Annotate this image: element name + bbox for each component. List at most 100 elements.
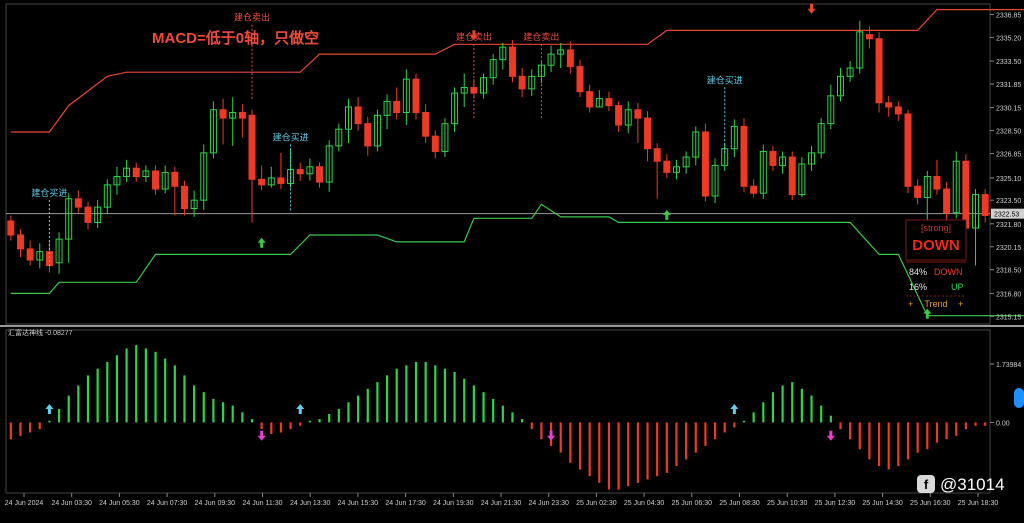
macd-annotation: MACD=低于0轴，只做空 [152,29,319,47]
candle-body [180,185,188,210]
candle-body [663,160,671,173]
last-price-label: 2322.53 [994,212,1019,219]
candle-body [566,49,574,68]
watermark-text: @31014 [940,475,1005,494]
candle-body [508,46,516,77]
candle-body [865,34,873,40]
trading-chart: 建仓买进建仓卖出建仓买进建仓卖出建仓卖出建仓买进 2336.852335.202… [0,0,1024,518]
y-tick-label: 2325.10 [996,176,1021,183]
candle-body [364,123,372,147]
x-tick-label: 24 Jun 2024 [5,500,44,507]
candle [701,123,709,202]
scroll-indicator[interactable] [1014,388,1024,408]
watermark-icon: f [924,477,929,492]
down-percent: 84% [909,267,927,277]
candle-body [653,148,661,162]
candle-body [354,106,362,125]
candle [412,73,420,120]
candle-body [84,206,92,223]
candle-body [219,109,227,119]
oscillator-title: 汇富达神线 -0.08277 [8,328,73,337]
signal-label: 建仓卖出 [523,31,559,42]
signal-direction: DOWN [912,237,960,254]
trend-label: Trend [924,299,947,309]
x-tick-label: 25 Jun 18:30 [958,500,999,507]
y-tick-label: 2316.80 [996,291,1021,298]
candle-body [875,38,883,104]
candle-body [393,100,401,114]
candle-body [933,176,941,190]
x-tick-label: 25 Jun 14:30 [862,500,903,507]
candle-body [152,170,160,190]
chart-canvas: 建仓买进建仓卖出建仓买进建仓卖出建仓卖出建仓买进 2336.852335.202… [0,0,1024,518]
x-tick-label: 24 Jun 11:30 [243,500,283,507]
osc-y-tick-label: 0.00 [996,420,1010,427]
y-tick-label: 2336.85 [996,12,1021,19]
candle-body [518,75,526,90]
candle-body [701,131,709,197]
signal-strong: [strong] [921,223,951,233]
x-tick-label: 24 Jun 19:30 [433,500,474,507]
y-tick-label: 2321.80 [996,222,1021,229]
trend-plus-left: + [908,299,913,309]
candle-body [788,156,796,196]
osc-y-tick-label: 1.73984 [996,362,1021,369]
candle-body [894,106,902,115]
candle-body [981,194,989,216]
x-tick-label: 24 Jun 03:30 [51,500,92,507]
candle-body [904,113,912,187]
watermark: f @31014 [917,475,1005,494]
x-tick-label: 24 Jun 15:30 [338,500,379,507]
up-label: UP [951,282,964,292]
y-tick-label: 2333.50 [996,59,1021,66]
y-tick-label: 2331.85 [996,82,1021,89]
candle-body [74,198,82,208]
y-tick-label: 2323.50 [996,198,1021,205]
x-tick-label: 25 Jun 12:30 [815,500,856,507]
x-tick-label: 24 Jun 17:30 [385,500,426,507]
candle-body [769,150,777,166]
y-tick-label: 2330.15 [996,106,1021,113]
candle-body [412,78,420,114]
candle-body [248,114,256,180]
candle-body [422,112,430,137]
candle-body [171,171,179,187]
signal-label: 建仓买进 [273,131,309,142]
y-tick-label: 2320.15 [996,245,1021,252]
y-tick-label: 2335.20 [996,35,1021,42]
x-tick-label: 25 Jun 04:30 [624,500,665,507]
candle-body [277,177,285,184]
x-tick-label: 24 Jun 21:30 [481,500,522,507]
x-tick-label: 24 Jun 13:30 [290,500,331,507]
y-tick-label: 2328.50 [996,129,1021,136]
candle-body [16,234,24,250]
x-tick-label: 24 Jun 07:30 [147,500,188,507]
signal-label: 建仓买进 [31,187,67,198]
down-label: DOWN [934,267,963,277]
candle-body [943,188,951,214]
y-tick-label: 2326.85 [996,152,1021,159]
candle-body [750,185,758,194]
signal-label: 建仓买进 [707,74,743,85]
candle-body [316,166,324,183]
candle-body [885,102,893,108]
candle [904,109,912,194]
candle-body [296,169,304,175]
candle [875,31,883,113]
candle-body [586,91,594,108]
x-tick-label: 25 Jun 06:30 [672,500,713,507]
y-tick-label: 2315.15 [996,314,1021,321]
candle [740,118,748,192]
y-tick-label: 2318.50 [996,268,1021,275]
x-tick-label: 25 Jun 16:30 [910,500,951,507]
x-tick-label: 24 Jun 05:30 [99,500,140,507]
candle-body [258,178,266,186]
candle-body [615,105,623,126]
candle-body [576,66,584,93]
x-tick-label: 25 Jun 02:30 [576,500,617,507]
candle-body [26,248,34,261]
signal-label: 建仓卖出 [234,12,270,23]
candle-body [634,109,642,119]
candle-body [238,112,246,119]
candle-body [132,167,140,178]
